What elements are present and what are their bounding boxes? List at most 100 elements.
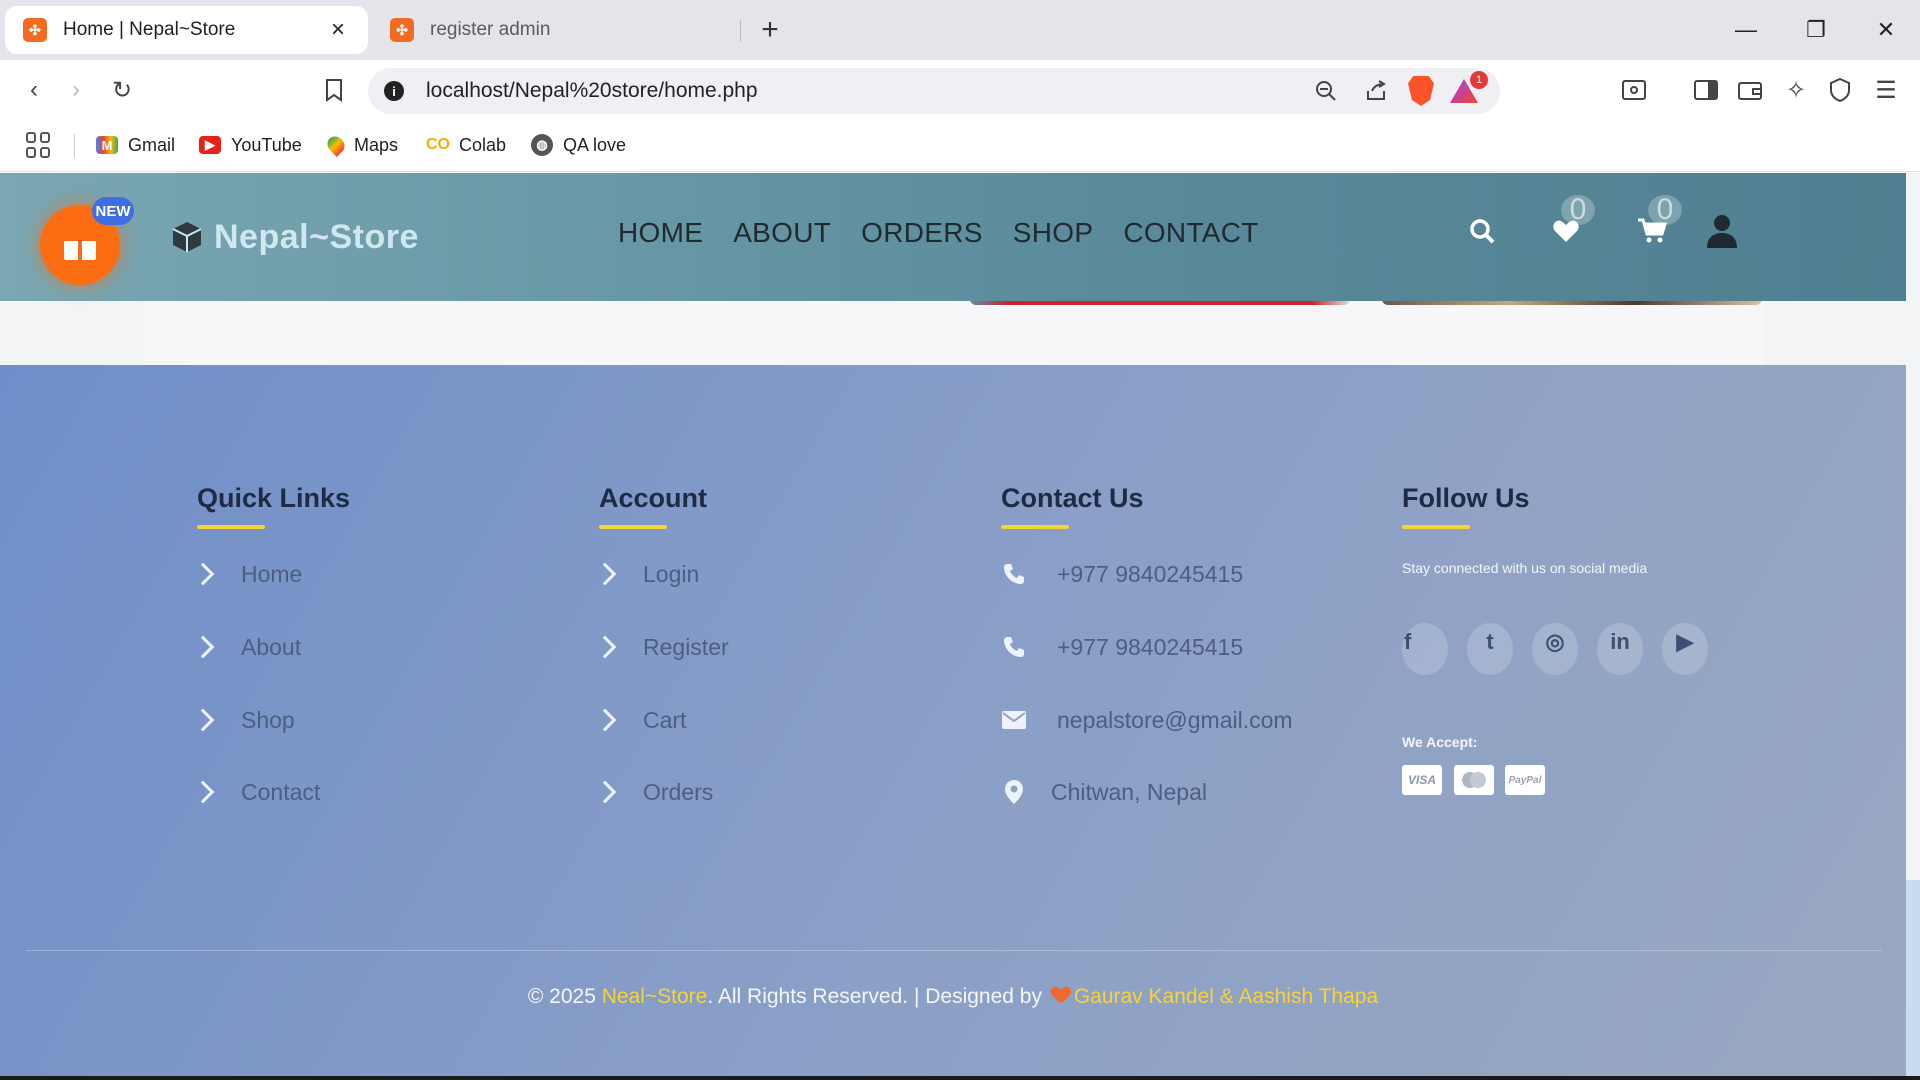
contact-email[interactable]: nepalstore@gmail.com bbox=[1001, 705, 1293, 735]
bookmark-colab[interactable]: CO Colab bbox=[426, 130, 507, 160]
new-tab-button[interactable]: + bbox=[752, 12, 788, 48]
browser-tab-bar: ✣ Home | Nepal~Store × ✣ register admin … bbox=[0, 0, 1920, 60]
contact-title: Contact Us bbox=[1001, 483, 1144, 513]
link-label: Contact bbox=[241, 778, 321, 805]
title-underline bbox=[1402, 525, 1470, 529]
reader-mode-icon[interactable] bbox=[1616, 72, 1652, 108]
tab-title: register admin bbox=[430, 19, 551, 40]
chevron-right-icon bbox=[593, 780, 617, 804]
restore-button[interactable]: ❐ bbox=[1794, 10, 1838, 50]
youtube-icon: ▶ bbox=[199, 136, 221, 154]
tab-register-admin[interactable]: ✣ register admin bbox=[372, 6, 740, 54]
scrollbar-thumb[interactable] bbox=[1906, 880, 1920, 1080]
back-icon[interactable]: ‹ bbox=[16, 72, 52, 108]
site-footer: Quick Links Home About Shop Contact Acco… bbox=[0, 365, 1906, 1080]
chevron-right-icon bbox=[191, 708, 215, 732]
facebook-icon[interactable]: f bbox=[1402, 623, 1448, 675]
copyright-text: © 2025 Neal~Store. All Rights Reserved. … bbox=[527, 985, 1379, 1008]
footer-link-contact[interactable]: Contact bbox=[191, 777, 321, 807]
vpn-shield-icon[interactable] bbox=[1822, 72, 1858, 108]
share-icon[interactable] bbox=[1358, 73, 1394, 109]
menu-shop[interactable]: SHOP bbox=[1013, 217, 1094, 249]
footer-link-about[interactable]: About bbox=[191, 632, 301, 662]
chevron-right-icon bbox=[191, 635, 215, 659]
reload-icon[interactable]: ↻ bbox=[104, 72, 140, 108]
new-badge: NEW bbox=[92, 197, 134, 225]
close-window-button[interactable]: ✕ bbox=[1864, 10, 1908, 50]
bookmark-icon[interactable] bbox=[316, 72, 352, 108]
paypal-icon: PayPal bbox=[1505, 765, 1545, 795]
heart-icon[interactable] bbox=[1546, 211, 1586, 251]
footer-link-shop[interactable]: Shop bbox=[191, 705, 295, 735]
phone-icon bbox=[1001, 634, 1027, 660]
search-icon[interactable] bbox=[1462, 211, 1502, 251]
menu-about[interactable]: ABOUT bbox=[733, 217, 831, 249]
menu-icon[interactable]: ☰ bbox=[1868, 72, 1904, 108]
apps-grid-icon[interactable] bbox=[26, 132, 52, 158]
footer-link-home[interactable]: Home bbox=[191, 559, 302, 589]
footer-link-cart[interactable]: Cart bbox=[593, 705, 687, 735]
title-underline bbox=[197, 525, 265, 529]
tab-separator bbox=[740, 20, 741, 42]
title-underline bbox=[599, 525, 667, 529]
brave-rewards-icon[interactable]: 1 bbox=[1450, 71, 1488, 105]
map-marker-icon bbox=[1001, 779, 1027, 805]
bookmark-youtube[interactable]: ▶ YouTube bbox=[199, 130, 302, 160]
footer-link-orders[interactable]: Orders bbox=[593, 777, 713, 807]
menu-home[interactable]: HOME bbox=[618, 217, 703, 249]
chevron-right-icon bbox=[593, 708, 617, 732]
site-logo[interactable]: Nepal~Store bbox=[170, 213, 419, 261]
site-info-icon[interactable]: i bbox=[384, 81, 404, 101]
minimize-button[interactable]: — bbox=[1724, 10, 1768, 50]
link-label: Login bbox=[643, 560, 700, 587]
sidebar-icon[interactable] bbox=[1688, 72, 1724, 108]
globe-icon: ◍ bbox=[531, 134, 553, 156]
youtube-icon[interactable]: ▶ bbox=[1662, 623, 1708, 675]
contact-text: +977 9840245415 bbox=[1057, 633, 1244, 660]
forward-icon[interactable]: › bbox=[58, 72, 94, 108]
zoom-icon[interactable] bbox=[1308, 73, 1344, 109]
chevron-right-icon bbox=[191, 562, 215, 586]
designers-link[interactable]: Gaurav Kandel & Aashish Thapa bbox=[1074, 985, 1378, 1008]
link-label: Cart bbox=[643, 706, 687, 733]
tab-title: Home | Nepal~Store bbox=[63, 19, 236, 40]
contact-phone-1[interactable]: +977 9840245415 bbox=[1001, 559, 1243, 589]
heart-icon bbox=[1052, 987, 1070, 1003]
phone-icon bbox=[1001, 561, 1027, 587]
url-text[interactable]: localhost/Nepal%20store/home.php bbox=[426, 79, 1308, 103]
contact-phone-2[interactable]: +977 9840245415 bbox=[1001, 632, 1243, 662]
copyright-brand-link[interactable]: Neal~Store bbox=[602, 985, 708, 1008]
brand-name: Nepal~Store bbox=[214, 217, 419, 256]
bookmark-maps[interactable]: Maps bbox=[323, 130, 398, 160]
leo-ai-icon[interactable]: ✧ bbox=[1778, 72, 1814, 108]
page-viewport: NEW Nepal~Store HOME ABOUT ORDERS SHOP C… bbox=[0, 173, 1920, 1080]
rewards-badge: 1 bbox=[1470, 71, 1488, 89]
linkedin-icon[interactable]: in bbox=[1597, 623, 1643, 675]
xampp-favicon-icon: ✣ bbox=[23, 18, 47, 42]
menu-contact[interactable]: CONTACT bbox=[1123, 217, 1258, 249]
bookmark-qa-love[interactable]: ◍ QA love bbox=[531, 130, 626, 160]
brave-shields-icon[interactable] bbox=[1408, 76, 1434, 106]
close-tab-icon[interactable]: × bbox=[326, 16, 350, 44]
address-bar[interactable]: i localhost/Nepal%20store/home.php 1 bbox=[368, 68, 1500, 114]
cart-icon[interactable] bbox=[1632, 211, 1672, 251]
contact-address: Chitwan, Nepal bbox=[1001, 777, 1207, 807]
bookmark-label: Colab bbox=[459, 134, 507, 155]
chevron-right-icon bbox=[593, 635, 617, 659]
bookmark-gmail[interactable]: M Gmail bbox=[96, 130, 175, 160]
wallet-icon[interactable] bbox=[1732, 72, 1768, 108]
twitter-icon[interactable]: t bbox=[1467, 623, 1513, 675]
link-label: Register bbox=[643, 633, 729, 660]
chevron-right-icon bbox=[593, 562, 617, 586]
main-menu: HOME ABOUT ORDERS SHOP CONTACT bbox=[618, 217, 1259, 249]
user-icon[interactable] bbox=[1702, 211, 1742, 251]
menu-orders[interactable]: ORDERS bbox=[861, 217, 983, 249]
footer-link-login[interactable]: Login bbox=[593, 559, 700, 589]
visa-icon: VISA bbox=[1402, 765, 1442, 795]
footer-link-register[interactable]: Register bbox=[593, 632, 729, 662]
envelope-icon bbox=[1001, 707, 1027, 733]
instagram-icon[interactable]: ◎ bbox=[1532, 623, 1578, 675]
tab-home[interactable]: ✣ Home | Nepal~Store × bbox=[5, 6, 368, 54]
we-accept-label: We Accept: bbox=[1402, 734, 1478, 750]
follow-subtitle: Stay connected with us on social media bbox=[1402, 560, 1648, 576]
